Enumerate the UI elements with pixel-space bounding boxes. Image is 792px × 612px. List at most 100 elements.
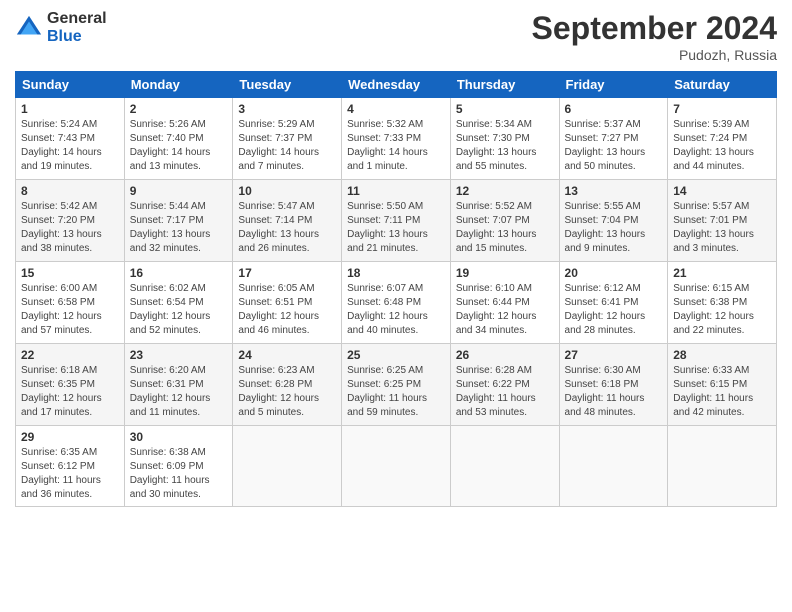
day-number: 11 — [347, 184, 445, 198]
table-cell — [559, 426, 668, 507]
table-cell: 21Sunrise: 6:15 AMSunset: 6:38 PMDayligh… — [668, 262, 777, 344]
location: Pudozh, Russia — [532, 47, 777, 63]
table-cell: 3 Sunrise: 5:29 AMSunset: 7:37 PMDaylight… — [233, 98, 342, 180]
day-info: Sunrise: 5:29 AMSunset: 7:37 PMDaylight:… — [238, 118, 336, 174]
day-number: 29 — [21, 430, 119, 444]
table-cell — [342, 426, 451, 507]
day-number: 4 — [347, 102, 445, 116]
logo-icon — [15, 14, 43, 42]
header-row: Sunday Monday Tuesday Wednesday Thursday… — [16, 72, 777, 98]
table-cell: 29 Sunrise: 6:35 AMSunset: 6:12 PMDayligh… — [16, 426, 125, 507]
logo-blue-text: Blue — [47, 28, 107, 46]
page: General Blue September 2024 Pudozh, Russ… — [0, 0, 792, 612]
day-number: 28 — [673, 348, 771, 362]
day-number: 22 — [21, 348, 119, 362]
day-info: Sunrise: 6:28 AMSunset: 6:22 PMDaylight:… — [456, 364, 554, 420]
day-number: 13 — [565, 184, 663, 198]
month-title: September 2024 — [532, 10, 777, 47]
table-cell: 12 Sunrise: 5:52 AMSunset: 7:07 PMDayligh… — [450, 180, 559, 262]
table-cell: 26 Sunrise: 6:28 AMSunset: 6:22 PMDayligh… — [450, 344, 559, 426]
day-info: Sunrise: 6:23 AMSunset: 6:28 PMDaylight:… — [238, 364, 336, 420]
day-number: 5 — [456, 102, 554, 116]
table-cell: 24Sunrise: 6:23 AMSunset: 6:28 PMDayligh… — [233, 344, 342, 426]
day-info: Sunrise: 5:26 AMSunset: 7:40 PMDaylight:… — [130, 118, 228, 174]
day-info: Sunrise: 5:52 AMSunset: 7:07 PMDaylight:… — [456, 200, 554, 256]
table-cell: 2 Sunrise: 5:26 AMSunset: 7:40 PMDaylight… — [124, 98, 233, 180]
table-cell: 20 Sunrise: 6:12 AMSunset: 6:41 PMDayligh… — [559, 262, 668, 344]
day-number: 19 — [456, 266, 554, 280]
table-cell: 11 Sunrise: 5:50 AMSunset: 7:11 PMDayligh… — [342, 180, 451, 262]
day-number: 30 — [130, 430, 228, 444]
day-info: Sunrise: 6:10 AMSunset: 6:44 PMDaylight:… — [456, 282, 554, 338]
day-number: 7 — [673, 102, 771, 116]
table-cell: 7 Sunrise: 5:39 AMSunset: 7:24 PMDaylight… — [668, 98, 777, 180]
day-info: Sunrise: 6:33 AMSunset: 6:15 PMDaylight:… — [673, 364, 771, 420]
day-info: Sunrise: 6:07 AMSunset: 6:48 PMDaylight:… — [347, 282, 445, 338]
day-number: 20 — [565, 266, 663, 280]
day-number: 6 — [565, 102, 663, 116]
day-number: 27 — [565, 348, 663, 362]
table-cell: 1Sunrise: 5:24 AMSunset: 7:43 PMDaylight… — [16, 98, 125, 180]
day-info: Sunrise: 6:02 AMSunset: 6:54 PMDaylight:… — [130, 282, 228, 338]
table-cell: 14 Sunrise: 5:57 AMSunset: 7:01 PMDayligh… — [668, 180, 777, 262]
day-info: Sunrise: 5:34 AMSunset: 7:30 PMDaylight:… — [456, 118, 554, 174]
col-thursday: Thursday — [450, 72, 559, 98]
day-number: 17 — [238, 266, 336, 280]
col-friday: Friday — [559, 72, 668, 98]
table-cell: 15 Sunrise: 6:00 AMSunset: 6:58 PMDayligh… — [16, 262, 125, 344]
day-number: 9 — [130, 184, 228, 198]
table-cell: 6Sunrise: 5:37 AMSunset: 7:27 PMDaylight… — [559, 98, 668, 180]
day-number: 16 — [130, 266, 228, 280]
day-info: Sunrise: 6:30 AMSunset: 6:18 PMDaylight:… — [565, 364, 663, 420]
table-cell: 13 Sunrise: 5:55 AMSunset: 7:04 PMDayligh… — [559, 180, 668, 262]
col-wednesday: Wednesday — [342, 72, 451, 98]
logo: General Blue — [15, 10, 107, 45]
table-cell: 9 Sunrise: 5:44 AMSunset: 7:17 PMDaylight… — [124, 180, 233, 262]
table-cell — [450, 426, 559, 507]
day-info: Sunrise: 5:55 AMSunset: 7:04 PMDaylight:… — [565, 200, 663, 256]
day-number: 23 — [130, 348, 228, 362]
calendar-table: Sunday Monday Tuesday Wednesday Thursday… — [15, 71, 777, 507]
table-cell: 4Sunrise: 5:32 AMSunset: 7:33 PMDaylight… — [342, 98, 451, 180]
day-number: 10 — [238, 184, 336, 198]
title-section: September 2024 Pudozh, Russia — [532, 10, 777, 63]
table-cell: 18Sunrise: 6:07 AMSunset: 6:48 PMDayligh… — [342, 262, 451, 344]
day-info: Sunrise: 6:35 AMSunset: 6:12 PMDaylight:… — [21, 446, 119, 502]
table-cell: 19 Sunrise: 6:10 AMSunset: 6:44 PMDayligh… — [450, 262, 559, 344]
table-cell: 8Sunrise: 5:42 AMSunset: 7:20 PMDaylight… — [16, 180, 125, 262]
day-info: Sunrise: 5:47 AMSunset: 7:14 PMDaylight:… — [238, 200, 336, 256]
table-cell: 22 Sunrise: 6:18 AMSunset: 6:35 PMDayligh… — [16, 344, 125, 426]
day-info: Sunrise: 6:12 AMSunset: 6:41 PMDaylight:… — [565, 282, 663, 338]
day-number: 15 — [21, 266, 119, 280]
logo-general-text: General — [47, 10, 107, 28]
day-info: Sunrise: 5:50 AMSunset: 7:11 PMDaylight:… — [347, 200, 445, 256]
table-cell: 28 Sunrise: 6:33 AMSunset: 6:15 PMDayligh… — [668, 344, 777, 426]
day-info: Sunrise: 6:18 AMSunset: 6:35 PMDaylight:… — [21, 364, 119, 420]
day-number: 26 — [456, 348, 554, 362]
table-cell: 23 Sunrise: 6:20 AMSunset: 6:31 PMDayligh… — [124, 344, 233, 426]
day-number: 1 — [21, 102, 119, 116]
day-number: 3 — [238, 102, 336, 116]
table-cell: 16 Sunrise: 6:02 AMSunset: 6:54 PMDayligh… — [124, 262, 233, 344]
day-number: 8 — [21, 184, 119, 198]
day-info: Sunrise: 6:25 AMSunset: 6:25 PMDaylight:… — [347, 364, 445, 420]
day-info: Sunrise: 5:57 AMSunset: 7:01 PMDaylight:… — [673, 200, 771, 256]
day-info: Sunrise: 6:38 AMSunset: 6:09 PMDaylight:… — [130, 446, 228, 502]
day-number: 14 — [673, 184, 771, 198]
day-info: Sunrise: 6:05 AMSunset: 6:51 PMDaylight:… — [238, 282, 336, 338]
day-number: 25 — [347, 348, 445, 362]
col-saturday: Saturday — [668, 72, 777, 98]
day-info: Sunrise: 6:20 AMSunset: 6:31 PMDaylight:… — [130, 364, 228, 420]
table-cell — [668, 426, 777, 507]
day-info: Sunrise: 5:44 AMSunset: 7:17 PMDaylight:… — [130, 200, 228, 256]
day-number: 21 — [673, 266, 771, 280]
header: General Blue September 2024 Pudozh, Russ… — [15, 10, 777, 63]
col-tuesday: Tuesday — [233, 72, 342, 98]
day-number: 2 — [130, 102, 228, 116]
day-number: 12 — [456, 184, 554, 198]
table-cell — [233, 426, 342, 507]
day-info: Sunrise: 5:39 AMSunset: 7:24 PMDaylight:… — [673, 118, 771, 174]
table-cell: 30 Sunrise: 6:38 AMSunset: 6:09 PMDayligh… — [124, 426, 233, 507]
day-info: Sunrise: 6:00 AMSunset: 6:58 PMDaylight:… — [21, 282, 119, 338]
table-cell: 25 Sunrise: 6:25 AMSunset: 6:25 PMDayligh… — [342, 344, 451, 426]
